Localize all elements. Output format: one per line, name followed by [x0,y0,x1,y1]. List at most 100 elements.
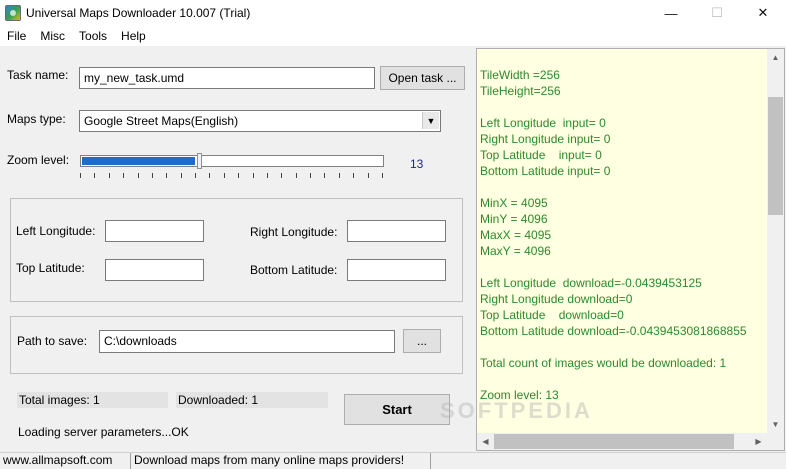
zoom-tick [281,173,282,178]
zoom-slider-thumb[interactable] [197,153,202,169]
app-globe-icon [5,5,21,21]
maps-type-selected: Google Street Maps(English) [84,114,239,128]
zoom-tick [253,173,254,178]
top-latitude-label: Top Latitude: [16,261,85,275]
zoom-tick [181,173,182,178]
zoom-level-label: Zoom level: [7,153,70,167]
bottom-latitude-input[interactable] [347,259,446,281]
maximize-button[interactable]: ☐ [694,0,740,26]
right-longitude-input[interactable] [347,220,446,242]
title-bar: Universal Maps Downloader 10.007 (Trial)… [0,0,786,26]
log-line: MinX = 4095 [480,196,548,210]
task-name-label: Task name: [7,68,69,82]
minimize-icon: — [664,5,678,21]
log-line: Top Latitude input= 0 [480,148,602,162]
zoom-slider-fill [82,157,195,165]
scrollbar-corner [767,433,784,450]
settings-panel: Task name: my_new_task.umd Open task ...… [0,46,474,452]
scroll-up-icon[interactable]: ▲ [767,49,784,66]
zoom-tick [382,173,383,178]
menu-tools[interactable]: Tools [72,26,114,46]
zoom-tick [353,173,354,178]
close-icon: ✕ [757,5,769,20]
zoom-tick [166,173,167,178]
log-line: Right Longitude download=0 [480,292,633,306]
statusbar-website: www.allmapsoft.com [0,453,131,469]
log-horizontal-scroll-thumb[interactable] [494,434,734,449]
top-latitude-input[interactable] [105,259,204,281]
zoom-tick [80,173,81,178]
total-images-status: Total images: 1 [17,392,168,408]
zoom-tick [209,173,210,178]
log-line: MaxY = 4096 [480,244,551,258]
zoom-slider-ticks [80,173,384,179]
path-to-save-label: Path to save: [17,334,88,348]
zoom-tick [267,173,268,178]
statusbar-tagline: Download maps from many online maps prov… [131,453,431,469]
browse-folder-button[interactable]: ... [403,329,441,353]
log-line: MaxX = 4095 [480,228,552,242]
zoom-tick [109,173,110,178]
right-longitude-label: Right Longitude: [250,225,338,239]
scroll-right-icon[interactable]: ▶ [750,433,767,450]
maps-type-label: Maps type: [7,112,66,126]
scroll-down-icon[interactable]: ▼ [767,416,784,433]
log-line: Top Latitude download=0 [480,308,624,322]
zoom-tick [224,173,225,178]
log-line: Total count of images would be downloade… [480,356,727,370]
window-controls: — ☐ ✕ [648,0,786,26]
bottom-latitude-label: Bottom Latitude: [250,263,338,277]
log-line: Right Longitude input= 0 [480,132,611,146]
log-line: Left Longitude input= 0 [480,116,606,130]
zoom-tick [138,173,139,178]
log-panel: TileWidth =256 TileHeight=256 Left Longit… [476,48,785,451]
zoom-slider[interactable] [80,155,384,167]
zoom-tick [123,173,124,178]
zoom-tick [324,173,325,178]
log-line: Left Longitude download=-0.0439453125 [480,276,702,290]
zoom-tick [195,173,196,178]
log-line: Bottom Latitude input= 0 [480,164,611,178]
chevron-down-icon[interactable]: ▼ [422,112,439,129]
zoom-tick [94,173,95,178]
loading-message: Loading server parameters...OK [18,425,189,439]
zoom-tick [238,173,239,178]
zoom-tick [339,173,340,178]
left-longitude-input[interactable] [105,220,204,242]
log-line: Bottom Latitude download=-0.043945308186… [480,324,747,338]
path-to-save-input[interactable]: C:\downloads [99,330,395,353]
log-line: TileHeight=256 [480,84,561,98]
close-button[interactable]: ✕ [740,0,786,26]
softpedia-watermark: SOFTPEDIA [440,398,593,423]
start-button[interactable]: Start [344,394,450,425]
maps-type-select[interactable]: Google Street Maps(English) ▼ [79,110,441,132]
log-horizontal-scrollbar[interactable]: ◀ ▶ [477,433,767,450]
maximize-icon: ☐ [711,5,723,20]
minimize-button[interactable]: — [648,0,694,26]
menu-help[interactable]: Help [114,26,153,46]
downloaded-status: Downloaded: 1 [176,392,328,408]
left-longitude-label: Left Longitude: [16,224,96,238]
status-bar: www.allmapsoft.com Download maps from ma… [0,452,786,469]
log-vertical-scroll-thumb[interactable] [768,97,783,215]
menu-bar: File Misc Tools Help [0,26,786,46]
log-vertical-scrollbar[interactable]: ▲ ▼ [767,49,784,433]
log-text: TileWidth =256 TileHeight=256 Left Longit… [477,49,767,431]
zoom-tick [310,173,311,178]
zoom-tick [296,173,297,178]
zoom-level-value: 13 [410,157,424,171]
menu-file[interactable]: File [0,26,33,46]
open-task-button[interactable]: Open task ... [380,66,465,90]
scroll-left-icon[interactable]: ◀ [477,433,494,450]
coordinates-group [10,198,463,302]
task-name-input[interactable]: my_new_task.umd [79,67,375,89]
zoom-tick [368,173,369,178]
window-title: Universal Maps Downloader 10.007 (Trial) [26,6,251,20]
menu-misc[interactable]: Misc [33,26,72,46]
zoom-tick [152,173,153,178]
